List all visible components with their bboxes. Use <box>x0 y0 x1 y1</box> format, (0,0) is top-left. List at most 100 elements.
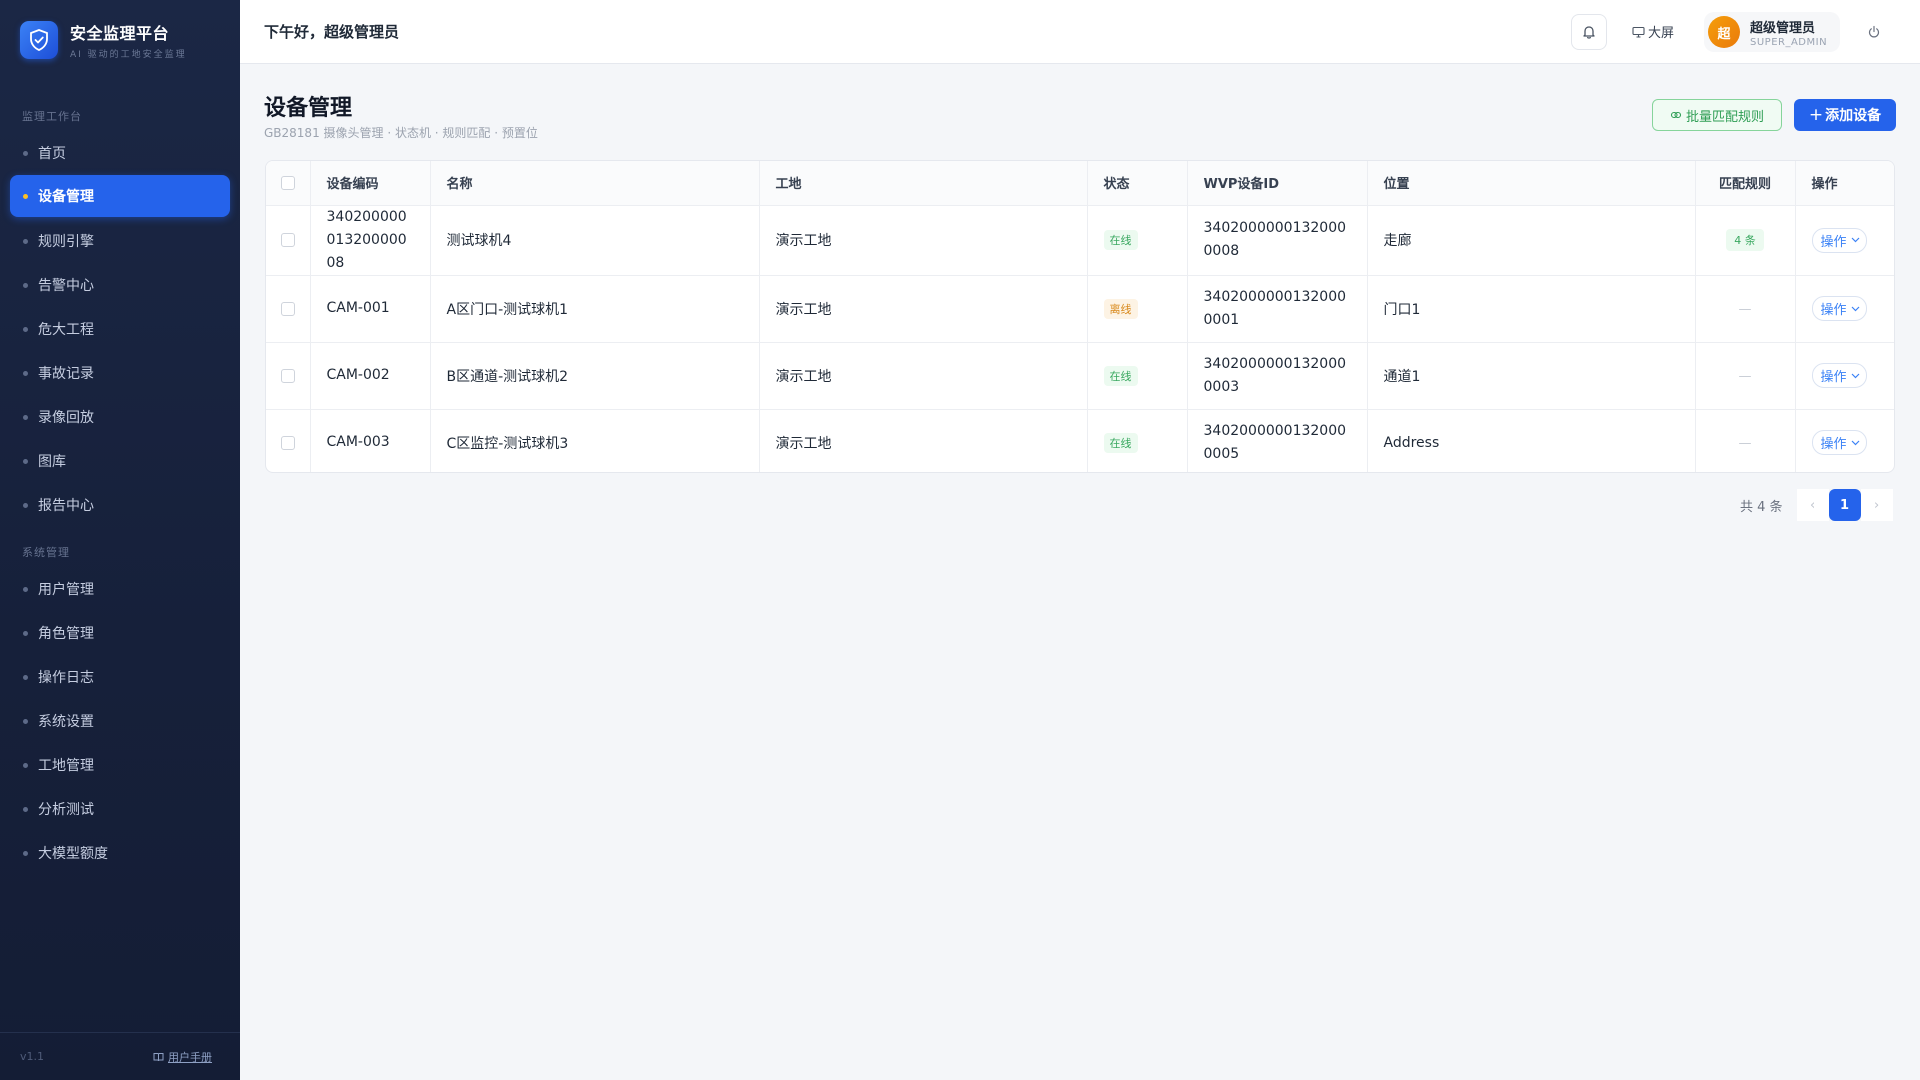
brand[interactable]: 安全监理平台 AI 驱动的工地安全监理 <box>20 20 187 60</box>
row-action-dropdown[interactable]: 操作 <box>1811 363 1867 388</box>
cell-site: 演示工地 <box>759 275 1088 343</box>
sidebar-item-playback[interactable]: 录像回放 <box>10 396 230 438</box>
bullet-icon <box>23 675 28 680</box>
user-menu[interactable]: 超 超级管理员 SUPER_ADMIN <box>1704 12 1840 52</box>
bullet-icon <box>23 851 28 856</box>
sidebar-item-users[interactable]: 用户管理 <box>10 568 230 610</box>
chevron-down-icon <box>1851 306 1859 311</box>
next-page-button[interactable]: › <box>1860 489 1893 521</box>
total-count: 共 4 条 <box>1740 499 1783 515</box>
avatar: 超 <box>1708 16 1740 48</box>
cell-status: 在线 <box>1087 205 1188 276</box>
cell-wvp-id: 34020000001320000001 <box>1187 275 1368 343</box>
sidebar-footer: v1.1 用户手册 <box>0 1032 240 1080</box>
sidebar-item-label: 首页 <box>38 146 66 162</box>
cell-location: 走廊 <box>1367 205 1696 276</box>
sidebar-item-label: 设备管理 <box>38 189 94 205</box>
sidebar-item-sites[interactable]: 工地管理 <box>10 744 230 786</box>
status-badge: 在线 <box>1103 230 1138 250</box>
sidebar-item-llm-quota[interactable]: 大模型额度 <box>10 832 230 874</box>
cell-wvp-id: 34020000001320000003 <box>1187 342 1368 410</box>
row-action-label: 操作 <box>1820 370 1847 385</box>
cell-wvp-id: 34020000001320000008 <box>1187 205 1368 276</box>
table-row[interactable]: 34020000001320000008 测试球机4 演示工地 在线 34020… <box>266 205 1894 276</box>
cell-name: 测试球机4 <box>430 205 760 276</box>
cell-location: Address <box>1367 409 1696 472</box>
select-all-checkbox[interactable] <box>280 175 295 190</box>
batch-match-rules-button[interactable]: 批量匹配规则 <box>1652 99 1782 131</box>
bullet-icon <box>23 415 28 420</box>
rule-empty: — <box>1738 368 1752 384</box>
bigscreen-button[interactable]: 大屏 <box>1632 22 1674 41</box>
cell-status: 在线 <box>1087 409 1188 472</box>
sidebar-item-settings[interactable]: 系统设置 <box>10 700 230 742</box>
row-checkbox[interactable] <box>280 368 295 383</box>
sidebar-item-devices[interactable]: 设备管理 <box>10 175 230 217</box>
column-header-status[interactable]: 状态 <box>1087 161 1188 206</box>
book-icon <box>153 1052 164 1061</box>
cell-rules: — <box>1695 342 1796 410</box>
sidebar-item-hazard[interactable]: 危大工程 <box>10 308 230 350</box>
pagination: 共 4 条 ‹ 1 › <box>1740 489 1893 521</box>
table-row[interactable]: CAM-002 B区通道-测试球机2 演示工地 在线 3402000000132… <box>266 342 1894 410</box>
cell-location: 通道1 <box>1367 342 1696 410</box>
page-title: 设备管理 <box>264 96 353 121</box>
cell-code: CAM-002 <box>310 342 431 410</box>
column-header-site[interactable]: 工地 <box>759 161 1088 206</box>
sidebar-item-accidents[interactable]: 事故记录 <box>10 352 230 394</box>
column-header-location[interactable]: 位置 <box>1367 161 1696 206</box>
link-icon <box>1670 111 1682 119</box>
column-header-actions: 操作 <box>1795 161 1894 206</box>
row-action-dropdown[interactable]: 操作 <box>1811 296 1867 321</box>
row-checkbox-cell <box>266 205 311 276</box>
logout-button[interactable] <box>1865 23 1883 41</box>
table-row[interactable]: CAM-001 A区门口-测试球机1 演示工地 离线 3402000000132… <box>266 275 1894 343</box>
brand-subtitle: AI 驱动的工地安全监理 <box>70 50 187 60</box>
cell-site: 演示工地 <box>759 342 1088 410</box>
bullet-icon <box>23 719 28 724</box>
sidebar-item-label: 大模型额度 <box>38 846 108 862</box>
sidebar-item-alerts[interactable]: 告警中心 <box>10 264 230 306</box>
column-header-name[interactable]: 名称 <box>430 161 760 206</box>
monitor-icon <box>1632 26 1645 38</box>
column-header-rules[interactable]: 匹配规则 <box>1695 161 1796 206</box>
column-header-wvp-id[interactable]: WVP设备ID <box>1187 161 1368 206</box>
row-checkbox[interactable] <box>280 233 295 247</box>
rule-count-badge[interactable]: 4 条 <box>1726 229 1764 251</box>
row-action-dropdown[interactable]: 操作 <box>1811 430 1867 456</box>
column-header-code[interactable]: 设备编码 <box>310 161 431 206</box>
sidebar-item-label: 危大工程 <box>38 322 94 338</box>
bigscreen-label: 大屏 <box>1648 26 1675 41</box>
sidebar-item-label: 操作日志 <box>38 670 94 686</box>
row-checkbox[interactable] <box>280 301 295 316</box>
sidebar-item-logs[interactable]: 操作日志 <box>10 656 230 698</box>
rule-empty: — <box>1738 435 1752 451</box>
bullet-icon <box>23 459 28 464</box>
sidebar-item-analysis[interactable]: 分析测试 <box>10 788 230 830</box>
chevron-down-icon <box>1851 373 1859 378</box>
page-1-button[interactable]: 1 <box>1828 489 1861 521</box>
table-row[interactable]: CAM-003 C区监控-测试球机3 演示工地 在线 3402000000132… <box>266 409 1894 472</box>
sidebar-item-gallery[interactable]: 图库 <box>10 440 230 482</box>
user-manual-link[interactable]: 用户手册 <box>153 1049 212 1065</box>
sidebar-item-label: 图库 <box>38 454 66 470</box>
sidebar-item-roles[interactable]: 角色管理 <box>10 612 230 654</box>
top-header: 下午好，超级管理员 大屏 超 超级管理员 SUPER_ADMIN <box>240 0 1920 64</box>
notifications-button[interactable] <box>1571 14 1607 50</box>
prev-page-button[interactable]: ‹ <box>1796 489 1829 521</box>
sidebar-item-label: 告警中心 <box>38 278 94 294</box>
sidebar-item-label: 工地管理 <box>38 758 94 774</box>
cell-rules: — <box>1695 409 1796 472</box>
status-badge: 在线 <box>1103 365 1138 386</box>
status-badge: 在线 <box>1103 432 1138 453</box>
sidebar-item-home[interactable]: 首页 <box>10 132 230 174</box>
row-checkbox[interactable] <box>280 435 295 450</box>
nav-section-workbench: 监理工作台 <box>22 110 82 123</box>
cell-actions: 操作 <box>1795 275 1894 343</box>
sidebar-item-label: 系统设置 <box>38 714 94 730</box>
bell-icon <box>1583 26 1595 39</box>
sidebar-item-rules[interactable]: 规则引擎 <box>10 220 230 262</box>
sidebar-item-reports[interactable]: 报告中心 <box>10 484 230 526</box>
add-device-button[interactable]: + 添加设备 <box>1794 99 1896 131</box>
row-action-dropdown[interactable]: 操作 <box>1811 227 1867 253</box>
